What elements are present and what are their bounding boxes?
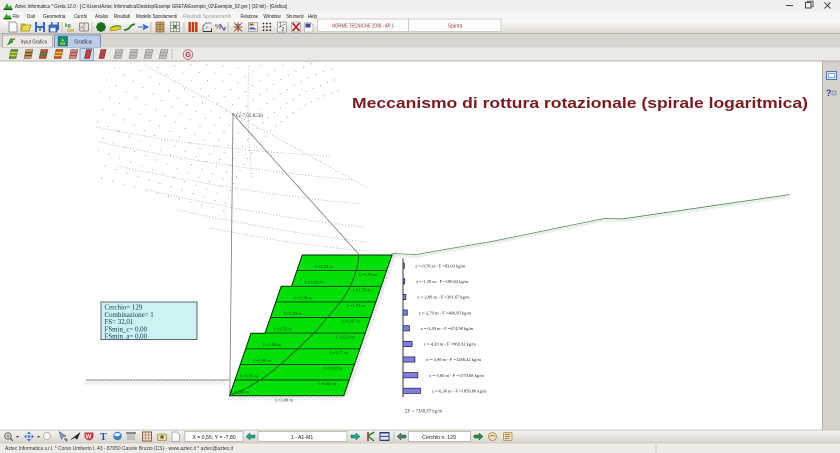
svg-text:Aztec Informatica * Greta 12.0: Aztec Informatica * Greta 12.0 - [ C:\Us… <box>15 4 287 10</box>
svg-text:Combinazione= 1: Combinazione= 1 <box>105 312 155 319</box>
svg-text:Window: Window <box>263 14 280 20</box>
svg-text:Geometria: Geometria <box>43 14 66 20</box>
svg-text:T: T <box>100 432 107 443</box>
svg-text:Risultati: Risultati <box>114 14 130 20</box>
svg-text:2: 2 <box>282 27 285 33</box>
svg-text:W: W <box>86 435 92 441</box>
svg-text:?: ? <box>826 88 832 98</box>
svg-text:X = 0,55; Y = -7,80: X = 0,55; Y = -7,80 <box>192 435 235 441</box>
svg-text:A: A <box>80 25 83 30</box>
svg-text:Carichi: Carichi <box>74 14 87 20</box>
svg-text:cm: cm <box>67 28 75 34</box>
svg-text:Grafica: Grafica <box>74 40 92 46</box>
svg-text:FSmin_c= 0,00: FSmin_c= 0,00 <box>105 326 148 333</box>
svg-text:Aztec Informatica s.r.l. * Cor: Aztec Informatica s.r.l. * Corso Umberto… <box>5 446 233 452</box>
svg-text:Spinta: Spinta <box>448 23 463 29</box>
svg-text:FSmin_a= 0,00: FSmin_a= 0,00 <box>105 334 148 341</box>
svg-text:Risultati Spostamenti: Risultati Spostamenti <box>183 14 231 20</box>
svg-text:Input Grafico: Input Grafico <box>21 40 48 46</box>
svg-text:G: G <box>185 50 191 59</box>
svg-text:C(-7,02,8.50): C(-7,02,8.50) <box>236 114 263 119</box>
svg-text:Dati: Dati <box>27 14 35 20</box>
svg-text:1 - A1-M1: 1 - A1-M1 <box>291 435 314 441</box>
svg-text:Relazione: Relazione <box>241 14 259 20</box>
svg-text:NORME TECNICHE 2008 - AP 1: NORME TECNICHE 2008 - AP 1 <box>332 23 394 29</box>
svg-text:ΣF = 7340,87 kg/m: ΣF = 7340,87 kg/m <box>405 410 442 415</box>
svg-text:Analisi: Analisi <box>95 14 108 20</box>
svg-text:File: File <box>13 14 20 20</box>
svg-text:Cerchio n. 129: Cerchio n. 129 <box>422 435 456 441</box>
svg-text:Help: Help <box>308 14 318 20</box>
svg-text:Meccanismo di rottura rotazion: Meccanismo di rottura rotazionale (spira… <box>352 95 808 112</box>
svg-text:Modello Spostamenti: Modello Spostamenti <box>136 14 177 20</box>
svg-text:Strumenti: Strumenti <box>286 14 303 20</box>
svg-text:Cerchio= 129: Cerchio= 129 <box>105 305 143 312</box>
svg-text:FS= 32,01: FS= 32,01 <box>105 319 134 326</box>
